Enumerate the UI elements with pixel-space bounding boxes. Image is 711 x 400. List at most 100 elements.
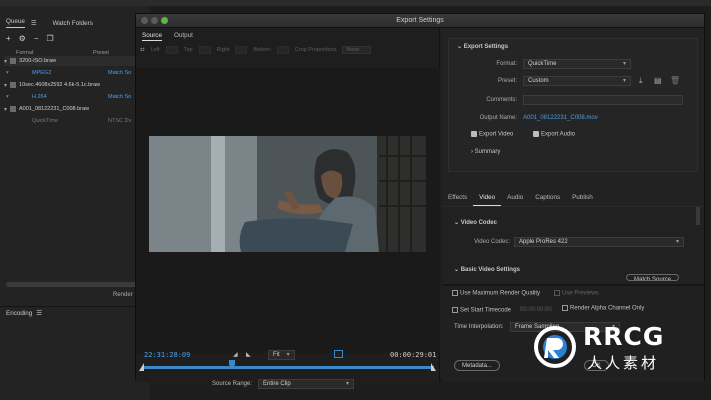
tab-watch-folders[interactable]: Watch Folders — [53, 20, 93, 27]
summary-toggle[interactable]: › Summary — [471, 149, 500, 155]
crop-right-input[interactable] — [235, 46, 248, 54]
start-timecode-value[interactable]: 00:00:00:00 — [520, 307, 552, 313]
checkbox-checked-icon — [471, 131, 477, 137]
use-previews-checkbox[interactable]: Use Previews — [554, 290, 599, 297]
settings-icon[interactable]: ⚙ — [19, 34, 26, 43]
queue-tabs: Queue ☰ Watch Folders — [0, 14, 150, 32]
encoding-panel-header: Encoding ☰ — [0, 306, 150, 320]
output-name-label: Output Name: — [479, 115, 517, 121]
crop-icon[interactable]: ⌗ — [140, 45, 145, 55]
set-in-point-icon[interactable]: ◢ — [233, 351, 238, 358]
set-out-point-icon[interactable]: ◣ — [246, 351, 251, 358]
dialog-title: Export Settings — [396, 17, 444, 24]
playback-bar: 22:31:28:09 ◢ ◣ Fit 00:00:29:01 Source R… — [136, 348, 440, 396]
save-preset-icon[interactable]: ⤓ — [639, 76, 643, 86]
queue-preset[interactable]: Match So — [108, 94, 131, 100]
max-render-quality-checkbox[interactable]: Use Maximum Render Quality — [452, 290, 540, 297]
chevron-down-icon[interactable]: ▾ — [4, 82, 7, 89]
video-preview-frame[interactable] — [149, 136, 426, 252]
export-video-checkbox[interactable]: Export Video — [471, 131, 513, 138]
delete-preset-icon[interactable]: 🗑 — [670, 76, 680, 85]
chevron-down-icon: ▾ — [6, 70, 9, 76]
export-audio-checkbox[interactable]: Export Audio — [533, 131, 575, 138]
zoom-dropdown[interactable]: Fit — [268, 350, 295, 360]
match-source-button[interactable]: Match Source — [626, 274, 680, 281]
queue-subitem[interactable]: ▾ MPEG2 Match So — [4, 68, 150, 78]
preview-panel: Source Output ⌗ Left Top Right Bottom Cr… — [136, 28, 440, 389]
crop-top-label: Top — [183, 47, 193, 53]
crop-left-input[interactable] — [165, 46, 178, 54]
chevron-down-icon: ⌄ — [454, 267, 461, 273]
queue-item[interactable]: ▾ 3200-ISO.braw — [4, 56, 150, 66]
tab-source[interactable]: Source — [142, 32, 162, 41]
vertical-scrollbar[interactable] — [696, 207, 700, 225]
chevron-down-icon: ▾ — [6, 94, 9, 100]
add-icon[interactable]: + — [6, 34, 11, 43]
time-interpolation-label: Time Interpolation: — [454, 324, 504, 330]
source-range-dropdown[interactable]: Entire Clip — [258, 379, 355, 389]
queue-subitem[interactable]: ▾ H.264 Match So — [4, 92, 150, 102]
watermark: RRCG 人人素材 — [533, 322, 708, 374]
tab-output[interactable]: Output — [174, 32, 193, 41]
metadata-button[interactable]: Metadata... — [454, 360, 501, 371]
basic-video-settings-heading[interactable]: ⌄ Basic Video Settings — [454, 266, 520, 273]
duplicate-icon[interactable]: ❐ — [47, 34, 54, 43]
file-icon — [10, 106, 17, 112]
title-bar: Export Settings — [136, 14, 704, 28]
source-range: Source Range: Entire Clip — [212, 379, 355, 389]
video-frame-image — [149, 136, 426, 252]
menu-icon[interactable]: ☰ — [31, 20, 37, 27]
queue-subitem[interactable]: QuickTime NTSC Dv — [4, 116, 150, 126]
tab-queue[interactable]: Queue — [6, 18, 25, 28]
tab-publish[interactable]: Publish — [566, 192, 599, 206]
checkbox-icon — [452, 290, 458, 296]
preview-tabs: Source Output — [142, 32, 193, 41]
queue-item[interactable]: ▾ 10sec.4608x2592 4.6k-5.1c.braw — [4, 80, 150, 90]
queue-format[interactable]: H.264 — [32, 94, 47, 100]
chevron-down-icon[interactable]: ▾ — [4, 58, 7, 65]
comments-input[interactable] — [523, 95, 683, 105]
checkbox-icon — [554, 290, 560, 296]
tab-audio[interactable]: Audio — [501, 192, 529, 206]
file-icon — [10, 82, 17, 88]
video-codec-heading[interactable]: ⌄ Video Codec — [454, 219, 497, 226]
preset-dropdown[interactable]: Custom ▾ — [523, 76, 631, 86]
aspect-toggle-icon[interactable] — [334, 350, 343, 358]
crop-proportions-dropdown[interactable]: None — [342, 46, 371, 54]
render-button[interactable]: Render — [113, 292, 133, 298]
current-timecode[interactable]: 22:31:28:09 — [144, 351, 190, 359]
queue-item[interactable]: ▾ A001_08122231_C008.braw — [4, 104, 150, 114]
tab-video[interactable]: Video — [473, 192, 502, 206]
file-icon — [10, 58, 17, 64]
video-codec-dropdown[interactable]: Apple ProRes 422 ▾ — [514, 237, 684, 247]
out-point-marker[interactable] — [431, 363, 436, 371]
format-label: Format: — [496, 61, 517, 67]
crop-bottom-label: Bottom — [253, 47, 271, 53]
queue-preset[interactable]: NTSC Dv — [108, 118, 131, 124]
encoding-title: Encoding — [6, 310, 33, 317]
import-preset-icon[interactable]: ▤ — [654, 76, 662, 85]
video-codec-label: Video Codec: — [474, 239, 510, 245]
comments-label: Comments: — [486, 97, 517, 103]
crop-bottom-input[interactable] — [276, 46, 289, 54]
queue-format[interactable]: QuickTime — [32, 118, 58, 124]
tab-captions[interactable]: Captions — [529, 192, 566, 206]
chevron-down-icon[interactable]: ▾ — [4, 106, 7, 113]
video-settings-scroll-area: ⌄ Video Codec Video Codec: Apple ProRes … — [442, 206, 704, 284]
export-settings-heading[interactable]: ⌄ Export Settings — [457, 43, 508, 50]
set-start-timecode-checkbox[interactable]: Set Start Timecode — [452, 307, 511, 314]
output-name-link[interactable]: A001_08122231_C008.mov — [523, 115, 598, 121]
timeline-track[interactable] — [142, 366, 434, 369]
queue-preset[interactable]: Match So — [108, 70, 131, 76]
remove-icon[interactable]: − — [34, 34, 39, 43]
crop-top-input[interactable] — [198, 46, 211, 54]
menu-icon[interactable]: ☰ — [36, 310, 42, 317]
crop-right-label: Right — [216, 47, 230, 53]
in-point-marker[interactable] — [139, 363, 144, 371]
format-dropdown[interactable]: QuickTime ▾ — [523, 59, 631, 69]
horizontal-scrollbar[interactable] — [6, 282, 146, 287]
tab-effects[interactable]: Effects — [442, 192, 473, 206]
rrcg-logo-icon — [534, 326, 576, 368]
queue-format[interactable]: MPEG2 — [32, 70, 51, 76]
render-alpha-checkbox[interactable]: Render Alpha Channel Only — [562, 305, 644, 312]
